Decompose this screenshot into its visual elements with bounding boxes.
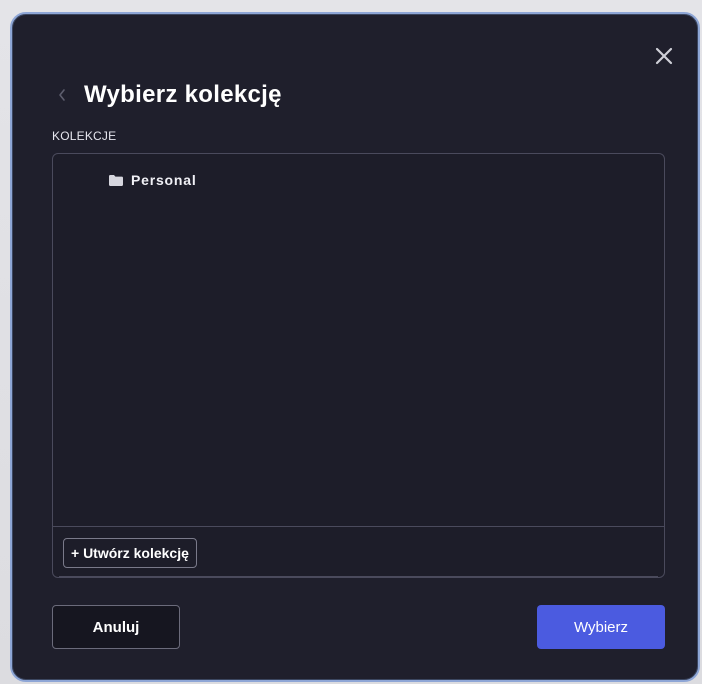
collections-section-label: KOLEKCJE <box>52 129 117 143</box>
folder-icon <box>109 174 123 186</box>
dialog-header: Wybierz kolekcję <box>52 78 282 112</box>
collections-list: Personal + Utwórz kolekcję <box>52 153 665 578</box>
collection-item-label: Personal <box>131 172 197 188</box>
select-collection-dialog: Wybierz kolekcję KOLEKCJE Personal + Utw… <box>10 12 700 682</box>
chevron-left-icon <box>59 89 65 101</box>
collection-item-personal[interactable]: Personal <box>109 172 197 188</box>
back-button[interactable] <box>52 85 72 105</box>
select-button[interactable]: Wybierz <box>537 605 665 649</box>
close-icon <box>655 47 673 65</box>
panel-divider <box>53 526 664 527</box>
cancel-button[interactable]: Anuluj <box>52 605 180 649</box>
close-button[interactable] <box>652 44 676 68</box>
panel-bottom-divider <box>59 576 658 577</box>
page-title: Wybierz kolekcję <box>84 81 282 108</box>
create-collection-button[interactable]: + Utwórz kolekcję <box>63 538 197 568</box>
